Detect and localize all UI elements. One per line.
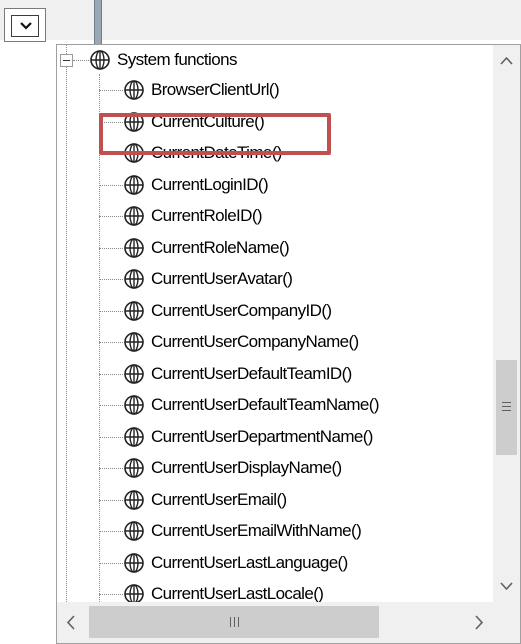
tree-node[interactable]: CurrentUserDefaultTeamName() <box>123 390 379 420</box>
tree-node[interactable]: CurrentLoginID() <box>123 170 269 200</box>
globe-icon <box>124 584 144 602</box>
tree-connector <box>99 373 123 375</box>
tree-node-label: CurrentUserDepartmentName() <box>151 426 373 446</box>
tree-node-label: CurrentUserDefaultTeamName() <box>151 395 379 414</box>
globe-icon <box>124 426 144 447</box>
tree-node[interactable]: CurrentUserDefaultTeamID() <box>123 359 352 389</box>
tree-connector <box>99 499 123 501</box>
globe-icon <box>124 269 144 289</box>
tree-connector <box>99 436 123 438</box>
tree-connector <box>99 594 123 595</box>
vertical-scroll-thumb[interactable] <box>496 360 517 455</box>
tree-node-label: CurrentUserDisplayName() <box>151 458 342 477</box>
globe-icon <box>124 174 144 195</box>
globe-icon <box>124 206 144 226</box>
tree-node[interactable]: CurrentUserEmailWithName() <box>123 516 362 546</box>
horizontal-scrollbar[interactable] <box>57 602 493 643</box>
tree-connector <box>99 216 123 217</box>
tree-node-label: CurrentUserLastLanguage() <box>151 552 348 572</box>
tree-node-label: CurrentRoleName() <box>151 237 290 257</box>
scroll-left-arrow-icon[interactable] <box>57 602 85 643</box>
tree-connector <box>73 60 89 61</box>
globe-icon <box>124 458 144 478</box>
tree-node-system-functions[interactable]: System functions <box>89 45 237 75</box>
dropdown-button[interactable] <box>4 8 46 42</box>
globe-icon <box>124 332 144 352</box>
tree-node-label: CurrentUserDefaultTeamID() <box>151 363 352 383</box>
tree-node-label: System functions <box>117 50 237 69</box>
function-tree-panel: System functions BrowserClientUrl() Curre… <box>56 44 521 644</box>
tree-node[interactable]: CurrentUserDisplayName() <box>123 453 342 483</box>
tree-connector <box>99 562 123 564</box>
grip-line <box>230 617 231 627</box>
tree-connector <box>99 279 123 280</box>
tree-connector <box>99 184 123 186</box>
globe-icon <box>124 395 144 415</box>
grip-line <box>234 617 235 627</box>
tree-node-label: CurrentUserLastLocale() <box>151 584 324 602</box>
tree-node-label: CurrentRoleID() <box>151 206 263 225</box>
tree-node-label: BrowserClientUrl() <box>151 80 280 99</box>
selection-highlight <box>99 113 331 155</box>
grip-line <box>502 406 511 407</box>
globe-icon <box>124 521 144 541</box>
tree-connector <box>99 531 123 532</box>
globe-icon <box>124 552 144 573</box>
globe-icon <box>124 300 144 321</box>
tree-connector <box>99 247 123 249</box>
collapse-toggle[interactable] <box>60 54 73 67</box>
grip-line <box>238 617 239 627</box>
globe-icon <box>90 50 110 70</box>
globe-icon <box>124 80 144 100</box>
vertical-scrollbar[interactable] <box>493 45 520 602</box>
tree-connector <box>99 342 123 343</box>
scroll-right-arrow-icon[interactable] <box>465 602 493 643</box>
tree-node-label: CurrentUserCompanyName() <box>151 332 359 351</box>
tree-connector <box>99 310 123 312</box>
top-toolbar <box>0 0 521 44</box>
horizontal-scroll-thumb[interactable] <box>89 606 379 638</box>
tree-node-label: CurrentUserCompanyID() <box>151 300 332 320</box>
tree-node[interactable]: CurrentUserCompanyID() <box>123 296 332 326</box>
tree-node[interactable]: CurrentRoleID() <box>123 201 263 231</box>
tree-node[interactable]: CurrentUserAvatar() <box>123 264 293 294</box>
tree-node[interactable]: CurrentUserEmail() <box>123 485 287 515</box>
chevron-down-icon <box>20 22 32 30</box>
panel-splitter[interactable] <box>94 0 102 44</box>
tree-node[interactable]: CurrentUserLastLocale() <box>123 579 324 602</box>
tree-node-label: CurrentUserEmailWithName() <box>151 521 362 540</box>
tree-node-label: CurrentUserAvatar() <box>151 269 293 288</box>
tree-node[interactable]: CurrentUserDepartmentName() <box>123 422 373 452</box>
function-tree: System functions BrowserClientUrl() Curre… <box>57 45 493 602</box>
tree-connector <box>99 405 123 406</box>
grip-line <box>502 410 511 411</box>
scroll-down-arrow-icon[interactable] <box>493 572 520 602</box>
scrollbar-corner <box>493 602 520 643</box>
globe-icon <box>124 237 144 258</box>
tree-node[interactable]: BrowserClientUrl() <box>123 75 280 105</box>
tree-node-label: CurrentUserEmail() <box>151 489 287 509</box>
globe-icon <box>124 489 144 510</box>
scroll-up-arrow-icon[interactable] <box>493 45 520 75</box>
tree-node[interactable]: CurrentRoleName() <box>123 233 290 263</box>
tree-node-label: CurrentLoginID() <box>151 174 269 194</box>
globe-icon <box>124 363 144 384</box>
tree-connector <box>99 90 123 91</box>
tree-connector <box>66 45 67 602</box>
tree-node[interactable]: CurrentUserLastLanguage() <box>123 548 348 578</box>
tree-node[interactable]: CurrentUserCompanyName() <box>123 327 359 357</box>
tree-connector <box>99 468 123 469</box>
grip-line <box>502 402 511 403</box>
